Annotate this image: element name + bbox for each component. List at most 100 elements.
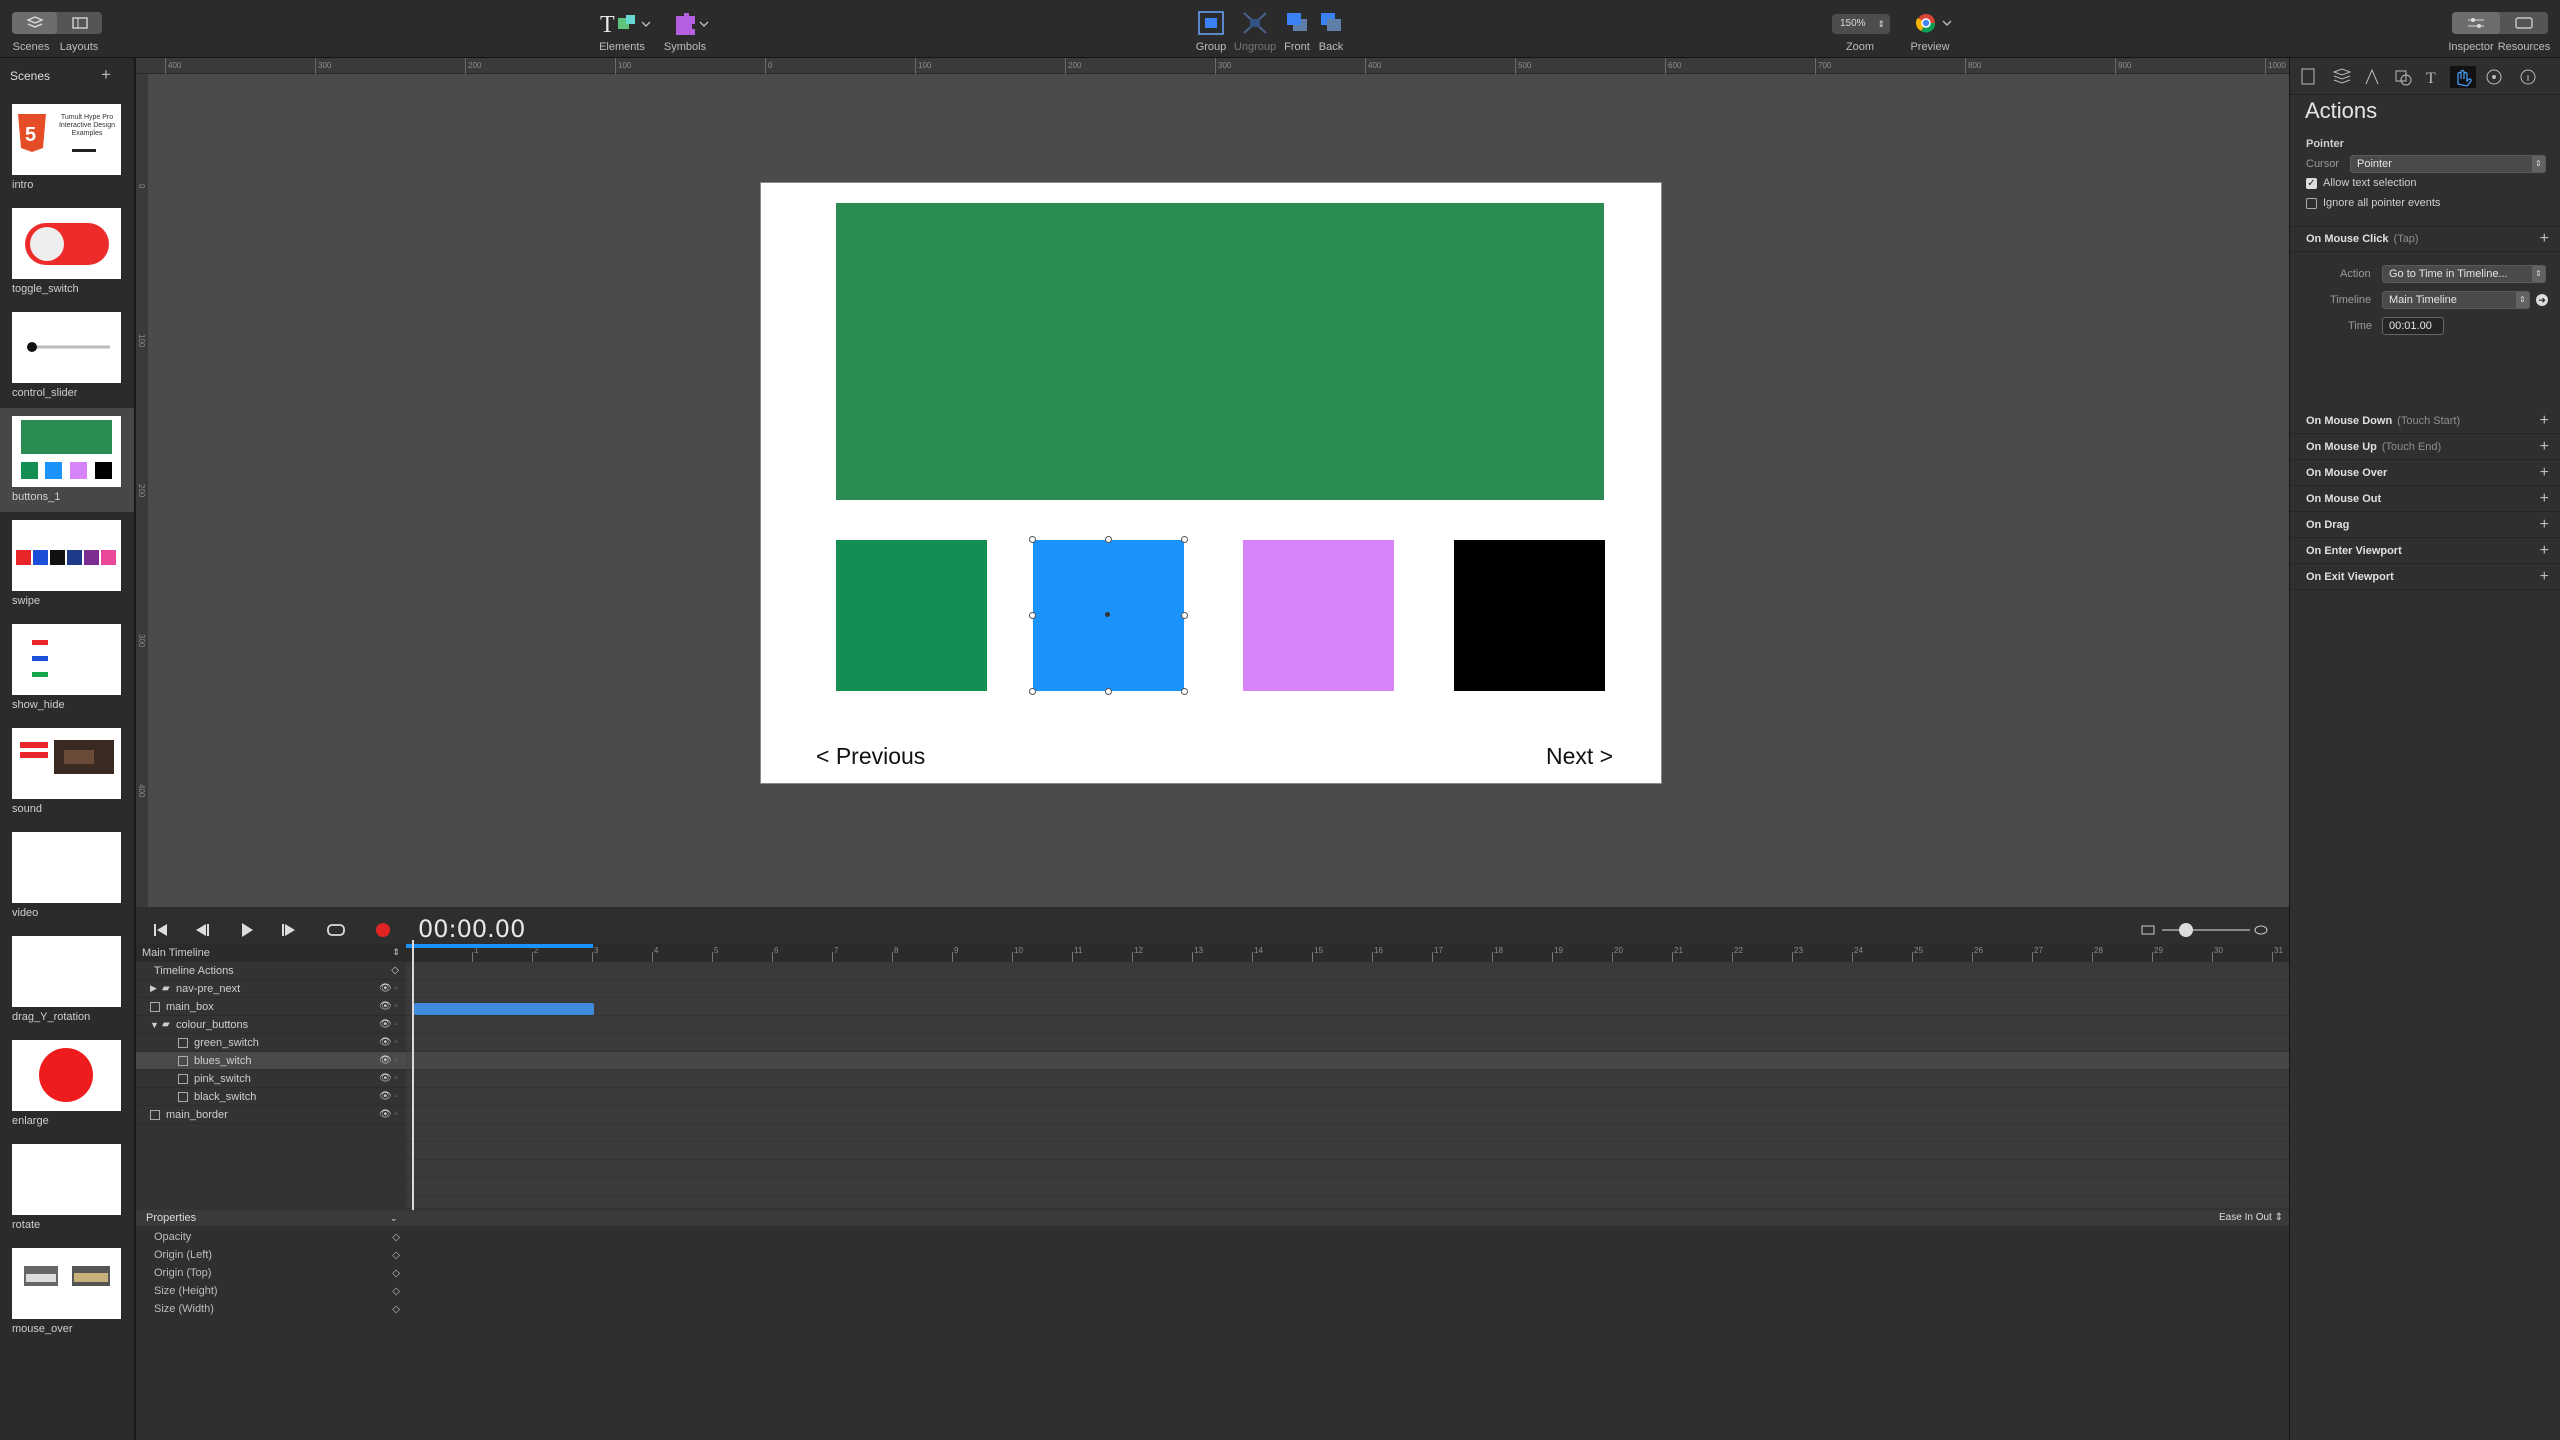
- add-action-button[interactable]: +: [2540, 464, 2549, 482]
- timeline-select-icon[interactable]: ⇕: [392, 947, 400, 958]
- inspector-tabs[interactable]: T: [2300, 66, 2558, 88]
- work-area-bar[interactable]: [406, 944, 593, 948]
- add-action-button[interactable]: +: [2540, 542, 2549, 560]
- add-scene-button[interactable]: +: [101, 65, 111, 85]
- event-row[interactable]: On Mouse Down (Touch Start) +: [2290, 408, 2560, 434]
- disclosure-right-icon[interactable]: ▶: [150, 983, 162, 994]
- visibility-icon[interactable]: 👁: [379, 1019, 392, 1030]
- layouts-icon[interactable]: [57, 12, 102, 34]
- zoom-stepper-icon[interactable]: ⇕: [1877, 14, 1885, 34]
- origin-point[interactable]: [1105, 612, 1110, 617]
- timeline-select[interactable]: Main Timeline ⇕: [2382, 291, 2530, 309]
- send-back-icon[interactable]: [1318, 10, 1344, 36]
- keyframe-diamond-icon[interactable]: ◇: [391, 965, 399, 976]
- track-row[interactable]: [406, 1052, 2289, 1070]
- resize-handle[interactable]: [1105, 688, 1112, 695]
- event-row[interactable]: On Exit Viewport +: [2290, 564, 2560, 590]
- action-select[interactable]: Go to Time in Timeline... ⇕: [2382, 265, 2546, 283]
- resize-handle[interactable]: [1181, 612, 1188, 619]
- main-box[interactable]: [836, 203, 1604, 500]
- lock-icon[interactable]: ▫: [394, 983, 398, 994]
- visibility-icon[interactable]: 👁: [379, 1001, 392, 1012]
- event-row[interactable]: On Enter Viewport +: [2290, 538, 2560, 564]
- event-row[interactable]: On Mouse Up (Touch End) +: [2290, 434, 2560, 460]
- record-button[interactable]: [376, 923, 390, 937]
- track-row[interactable]: [406, 980, 2289, 998]
- add-action-button[interactable]: +: [2540, 438, 2549, 456]
- pink-switch[interactable]: [1243, 540, 1394, 691]
- lock-icon[interactable]: ▫: [394, 1073, 398, 1084]
- property-row[interactable]: Opacity ◇: [136, 1228, 406, 1246]
- add-action-button[interactable]: +: [2540, 412, 2549, 430]
- scenes-layouts-toggle[interactable]: [12, 12, 102, 34]
- cursor-select[interactable]: Pointer ⇕: [2350, 155, 2546, 173]
- lock-icon[interactable]: ▫: [394, 1001, 398, 1012]
- keyframe-diamond-icon[interactable]: ◇: [392, 1232, 400, 1243]
- scene-stage[interactable]: < Previous Next >: [761, 183, 1661, 783]
- keyframe-diamond-icon[interactable]: ◇: [392, 1304, 400, 1315]
- layer-row[interactable]: main_border 👁 ▫: [136, 1106, 406, 1124]
- track-row[interactable]: [406, 1070, 2289, 1088]
- property-row[interactable]: Origin (Top) ◇: [136, 1264, 406, 1282]
- layer-row[interactable]: ▶ ▰ nav-pre_next 👁 ▫: [136, 980, 406, 998]
- ignore-pointer-row[interactable]: Ignore all pointer events: [2306, 197, 2440, 209]
- layer-row[interactable]: main_box 👁 ▫: [136, 998, 406, 1016]
- visibility-icon[interactable]: 👁: [379, 983, 392, 994]
- next-button[interactable]: Next >: [1546, 743, 1613, 770]
- green-switch[interactable]: [836, 540, 987, 691]
- lock-icon[interactable]: ▫: [394, 1109, 398, 1120]
- visibility-icon[interactable]: 👁: [379, 1073, 392, 1084]
- lock-icon[interactable]: ▫: [394, 1091, 398, 1102]
- timeline-tracks[interactable]: 1 2 3 4 5 6 7 8 9 10 11 12 13 14 15 16 17 18 19 20 21 22 23 24 2…: [406, 940, 2289, 1440]
- disclosure-down-icon[interactable]: ▼: [150, 1020, 162, 1030]
- lock-icon[interactable]: ▫: [394, 1037, 398, 1048]
- timeline-zoom-slider[interactable]: [2140, 917, 2270, 943]
- add-action-button[interactable]: +: [2540, 230, 2549, 248]
- scene-enlarge[interactable]: enlarge: [0, 1032, 134, 1136]
- ignore-pointer-checkbox[interactable]: [2306, 197, 2317, 209]
- scene-control-slider[interactable]: control_slider: [0, 304, 134, 408]
- track-row[interactable]: [406, 1034, 2289, 1052]
- property-row[interactable]: Size (Height) ◇: [136, 1282, 406, 1300]
- ungroup-icon[interactable]: [1241, 10, 1269, 36]
- scene-rotate[interactable]: rotate: [0, 1136, 134, 1240]
- inspector-icon[interactable]: [2452, 12, 2500, 34]
- layer-row[interactable]: ▼ ▰ colour_buttons 👁 ▫: [136, 1016, 406, 1034]
- add-action-button[interactable]: +: [2540, 568, 2549, 586]
- scene-toggle-switch[interactable]: toggle_switch: [0, 200, 134, 304]
- layer-row[interactable]: blues_witch 👁 ▫: [136, 1052, 406, 1070]
- track-row[interactable]: [406, 962, 2289, 980]
- keyframe-diamond-icon[interactable]: ◇: [392, 1250, 400, 1261]
- visibility-icon[interactable]: 👁: [379, 1109, 392, 1120]
- track-row[interactable]: [406, 1106, 2289, 1124]
- property-row[interactable]: Size (Width) ◇: [136, 1300, 406, 1318]
- chevron-down-icon[interactable]: ⌄: [390, 1210, 398, 1226]
- scene-sound[interactable]: sound: [0, 720, 134, 824]
- visibility-icon[interactable]: 👁: [379, 1055, 392, 1066]
- scene-show-hide[interactable]: show_hide: [0, 616, 134, 720]
- property-row[interactable]: Origin (Left) ◇: [136, 1246, 406, 1264]
- go-to-timeline-icon[interactable]: ➜: [2536, 294, 2548, 306]
- visibility-icon[interactable]: 👁: [379, 1037, 392, 1048]
- scenes-icon[interactable]: [12, 12, 57, 34]
- chrome-preview-icon[interactable]: [1915, 12, 1955, 34]
- zoom-control[interactable]: 150% ⇕: [1832, 14, 1890, 34]
- scene-buttons-1[interactable]: buttons_1: [0, 408, 134, 512]
- symbols-icon[interactable]: [670, 10, 710, 38]
- layer-row[interactable]: Timeline Actions ◇: [136, 962, 406, 980]
- resize-handle[interactable]: [1105, 536, 1112, 543]
- resize-handle[interactable]: [1029, 612, 1036, 619]
- add-action-button[interactable]: +: [2540, 490, 2549, 508]
- visibility-icon[interactable]: 👁: [379, 1091, 392, 1102]
- scene-drag-y-rotation[interactable]: drag_Y_rotation: [0, 928, 134, 1032]
- lock-icon[interactable]: ▫: [394, 1019, 398, 1030]
- resize-handle[interactable]: [1181, 688, 1188, 695]
- allow-text-selection-row[interactable]: ✓ Allow text selection: [2306, 177, 2417, 189]
- main-timeline-selector[interactable]: Main Timeline ⇕: [136, 944, 406, 962]
- animation-segment[interactable]: [414, 1003, 594, 1015]
- keyframe-diamond-icon[interactable]: ◇: [392, 1286, 400, 1297]
- scene-intro[interactable]: 5 Tumult Hype Pro Interactive Design Exa…: [0, 96, 134, 200]
- track-row[interactable]: [406, 1016, 2289, 1034]
- event-row[interactable]: On Mouse Out +: [2290, 486, 2560, 512]
- previous-button[interactable]: < Previous: [816, 743, 925, 770]
